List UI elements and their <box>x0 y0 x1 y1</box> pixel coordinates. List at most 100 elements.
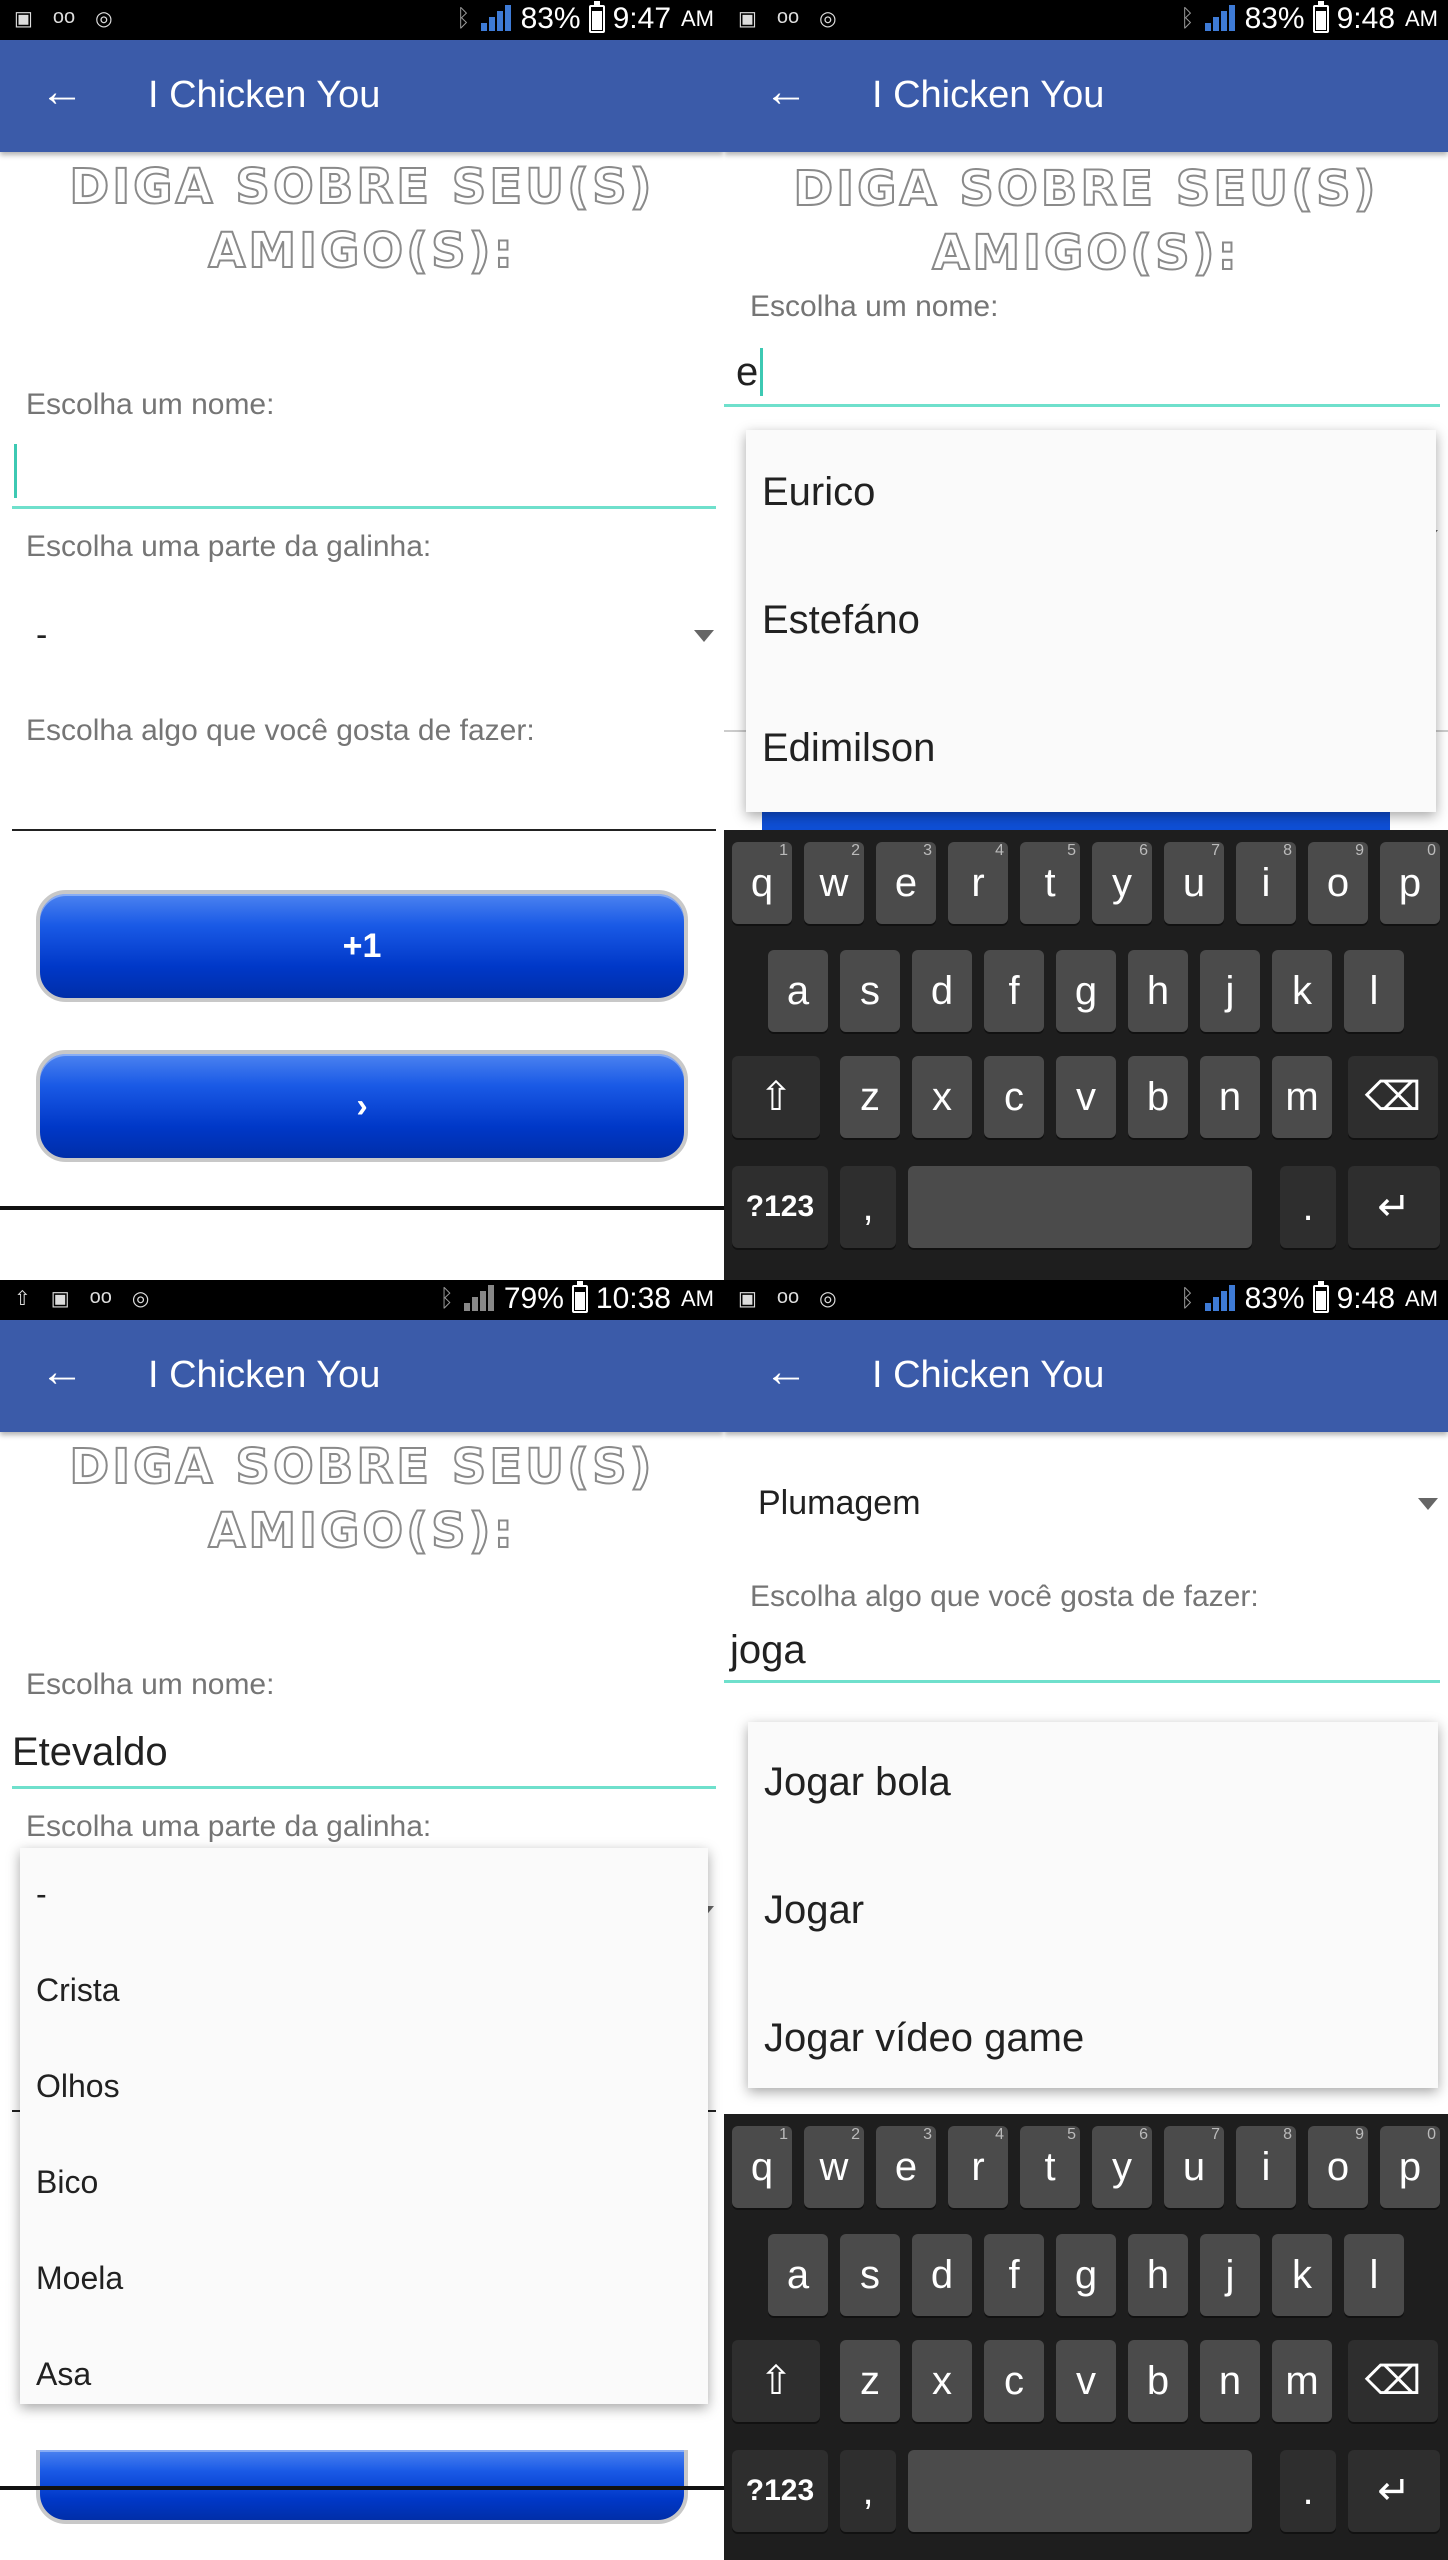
key-t[interactable]: t5 <box>1020 2126 1080 2208</box>
suggestion-item[interactable]: Estefáno <box>762 598 920 643</box>
key-i[interactable]: i8 <box>1236 842 1296 924</box>
key-f[interactable]: f <box>984 2234 1044 2316</box>
key-p-label: p <box>1398 2144 1422 2189</box>
comma-key[interactable]: , <box>840 1166 896 1248</box>
key-l[interactable]: l <box>1344 2234 1404 2316</box>
image-icon: ▣ <box>14 8 33 30</box>
back-arrow-icon[interactable]: ← <box>764 1350 808 1394</box>
shift-key-icon-label: ⇧ <box>759 1075 793 1119</box>
key-z[interactable]: z <box>840 1056 900 1138</box>
key-o[interactable]: o9 <box>1308 842 1368 924</box>
key-b[interactable]: b <box>1128 1056 1188 1138</box>
key-n[interactable]: n <box>1200 1056 1260 1138</box>
symbols-key[interactable]: ?123 <box>732 2450 828 2532</box>
backspace-key-icon[interactable]: ⌫ <box>1348 2340 1438 2422</box>
key-u[interactable]: u7 <box>1164 2126 1224 2208</box>
key-n[interactable]: n <box>1200 2340 1260 2422</box>
key-r[interactable]: r4 <box>948 2126 1008 2208</box>
key-j[interactable]: j <box>1200 2234 1260 2316</box>
period-key[interactable]: . <box>1280 2450 1336 2532</box>
enter-key-icon[interactable]: ↵ <box>1348 1166 1440 1248</box>
key-l[interactable]: l <box>1344 950 1404 1032</box>
key-k[interactable]: k <box>1272 2234 1332 2316</box>
key-t[interactable]: t5 <box>1020 842 1080 924</box>
key-r[interactable]: r4 <box>948 842 1008 924</box>
image-icon: ▣ <box>738 1288 757 1310</box>
suggestion-item[interactable]: Jogar vídeo game <box>764 2016 1084 2061</box>
key-u[interactable]: u7 <box>1164 842 1224 924</box>
key-g[interactable]: g <box>1056 2234 1116 2316</box>
key-b[interactable]: b <box>1128 2340 1188 2422</box>
enter-key-icon[interactable]: ↵ <box>1348 2450 1440 2532</box>
key-s[interactable]: s <box>840 950 900 1032</box>
add-one-button[interactable]: +1 <box>36 890 688 1002</box>
hobby-input[interactable] <box>12 760 716 826</box>
key-g[interactable]: g <box>1056 950 1116 1032</box>
key-v[interactable]: v <box>1056 1056 1116 1138</box>
key-m[interactable]: m <box>1272 1056 1332 1138</box>
key-z[interactable]: z <box>840 2340 900 2422</box>
space-bar[interactable] <box>908 2450 1252 2532</box>
key-s[interactable]: s <box>840 2234 900 2316</box>
key-k[interactable]: k <box>1272 950 1332 1032</box>
key-v[interactable]: v <box>1056 2340 1116 2422</box>
key-e[interactable]: e3 <box>876 842 936 924</box>
part-option[interactable]: Olhos <box>36 2068 120 2105</box>
suggestion-item[interactable]: Eurico <box>762 470 875 515</box>
name-input[interactable] <box>12 440 716 508</box>
symbols-key[interactable]: ?123 <box>732 1166 828 1248</box>
shift-key-icon[interactable]: ⇧ <box>732 2340 820 2422</box>
hobby-input[interactable]: joga <box>730 1622 1440 1680</box>
period-key[interactable]: . <box>1280 1166 1336 1248</box>
key-a[interactable]: a <box>768 2234 828 2316</box>
comma-key-label: , <box>862 2468 874 2513</box>
space-bar[interactable] <box>908 1166 1252 1248</box>
key-d[interactable]: d <box>912 950 972 1032</box>
back-arrow-icon[interactable]: ← <box>764 70 808 114</box>
part-spinner[interactable]: - <box>12 600 716 670</box>
name-input[interactable]: e <box>736 340 1440 404</box>
key-w[interactable]: w2 <box>804 842 864 924</box>
key-m[interactable]: m <box>1272 2340 1332 2422</box>
key-d[interactable]: d <box>912 2234 972 2316</box>
part-option[interactable]: Bico <box>36 2164 98 2201</box>
suggestion-item[interactable]: Jogar <box>764 1888 864 1933</box>
comma-key[interactable]: , <box>840 2450 896 2532</box>
back-arrow-icon[interactable]: ← <box>40 70 84 114</box>
key-f[interactable]: f <box>984 950 1044 1032</box>
key-y[interactable]: y6 <box>1092 842 1152 924</box>
key-i[interactable]: i8 <box>1236 2126 1296 2208</box>
name-input[interactable]: Etevaldo <box>12 1720 716 1786</box>
key-e[interactable]: e3 <box>876 2126 936 2208</box>
suggestion-item[interactable]: Edimilson <box>762 726 935 771</box>
key-c[interactable]: c <box>984 2340 1044 2422</box>
key-p[interactable]: p0 <box>1380 842 1440 924</box>
key-h[interactable]: h <box>1128 2234 1188 2316</box>
part-option[interactable]: Moela <box>36 2260 123 2297</box>
key-y[interactable]: y6 <box>1092 2126 1152 2208</box>
suggestion-item[interactable]: Jogar bola <box>764 1760 951 1805</box>
part-option[interactable]: Crista <box>36 1972 120 2009</box>
part-option[interactable]: Asa <box>36 2356 91 2393</box>
next-button[interactable]: › <box>36 1050 688 1162</box>
key-c[interactable]: c <box>984 1056 1044 1138</box>
key-j[interactable]: j <box>1200 950 1260 1032</box>
symbols-key-label: ?123 <box>745 1190 815 1223</box>
shift-key-icon[interactable]: ⇧ <box>732 1056 820 1138</box>
backspace-key-icon[interactable]: ⌫ <box>1348 1056 1438 1138</box>
part-option[interactable]: - <box>36 1876 47 1913</box>
key-o[interactable]: o9 <box>1308 2126 1368 2208</box>
key-h[interactable]: h <box>1128 950 1188 1032</box>
clock: 9:47 <box>612 2 671 35</box>
key-a[interactable]: a <box>768 950 828 1032</box>
key-q[interactable]: q1 <box>732 842 792 924</box>
key-x[interactable]: x <box>912 2340 972 2422</box>
key-q[interactable]: q1 <box>732 2126 792 2208</box>
key-w[interactable]: w2 <box>804 2126 864 2208</box>
sync-icon: ◎ <box>819 1288 837 1310</box>
back-arrow-icon[interactable]: ← <box>40 1350 84 1394</box>
key-p[interactable]: p0 <box>1380 2126 1440 2208</box>
key-x[interactable]: x <box>912 1056 972 1138</box>
part-spinner[interactable]: Plumagem <box>736 1470 1440 1540</box>
backspace-key-icon-label: ⌫ <box>1364 2359 1422 2403</box>
